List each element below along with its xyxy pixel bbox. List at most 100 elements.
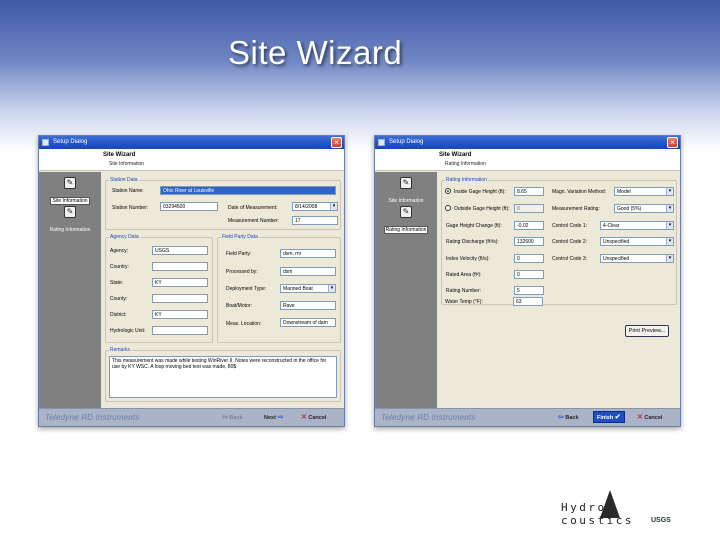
water-temp-field[interactable]: 63 <box>513 297 543 306</box>
chevron-down-icon[interactable]: ▾ <box>330 203 337 210</box>
wizard-title: Site Wizard <box>439 152 472 158</box>
field-party-field[interactable]: dsm, rnr <box>280 249 336 258</box>
control-code-1-select[interactable]: 4-Clear ▾ <box>600 221 674 230</box>
outside-gage-label: Outside Gage Height (ft): <box>454 206 510 212</box>
control-code-3-label: Control Code 3: <box>552 256 588 262</box>
chevron-down-icon[interactable]: ▾ <box>328 285 335 292</box>
hydroacoustics-logo: Hydro coustics USGS <box>555 490 687 530</box>
district-label: District: <box>110 312 127 318</box>
date-field[interactable]: 8/14/2008 ▾ <box>292 202 338 211</box>
measurement-number-label: Measurement Number: <box>228 218 280 224</box>
sidebar-item-rating-information[interactable]: ✎ Rating Information <box>39 206 101 236</box>
group-title: Remarks <box>109 347 132 353</box>
print-preview-button[interactable]: Print Preview... <box>625 325 669 337</box>
state-field[interactable]: KY <box>152 278 208 287</box>
meas-location-label: Meas. Location: <box>226 321 262 327</box>
title-bar[interactable]: Setup Dialog × <box>375 136 680 149</box>
cancel-label: Cancel <box>308 415 327 421</box>
station-number-label: Station Number: <box>112 205 149 211</box>
measurement-rating-value: Good (5%) <box>617 206 642 212</box>
chevron-down-icon[interactable]: ▾ <box>666 238 673 245</box>
measurement-number-field[interactable]: 17 <box>292 216 338 225</box>
sidebar-item-rating-information[interactable]: ✎ Rating Information <box>375 206 437 236</box>
inside-gage-field[interactable]: 8.65 <box>514 187 544 196</box>
next-button[interactable]: Next ⇨ <box>264 413 283 421</box>
state-label: State: <box>110 280 124 286</box>
station-name-label: Station Name: <box>112 188 144 194</box>
chevron-down-icon[interactable]: ▾ <box>666 188 673 195</box>
station-number-field[interactable]: 03294500 <box>160 202 218 211</box>
agency-data-group: Agency Data Agency: USGS Country: State:… <box>105 234 213 343</box>
sidebar-item-site-information[interactable]: ✎ Site Information <box>375 177 437 207</box>
outside-gage-radio[interactable] <box>445 205 451 211</box>
agency-label: Agency: <box>110 248 129 254</box>
deployment-type-select[interactable]: Manned Boat ▾ <box>280 284 336 293</box>
sidebar-item-label: Rating Information <box>383 226 429 234</box>
app-icon <box>378 139 385 146</box>
close-icon[interactable]: × <box>667 137 678 148</box>
sidebar-item-label: Rating Information <box>49 227 91 233</box>
hydrologic-unit-field[interactable] <box>152 326 208 335</box>
magn-variation-method-value: Model <box>617 189 631 195</box>
back-arrow-icon: ⇦ <box>222 414 228 421</box>
agency-field[interactable]: USGS <box>152 246 208 255</box>
rating-number-label: Rating Number: <box>446 288 482 294</box>
finish-check-icon: ✔ <box>614 414 621 421</box>
wizard-subtitle: Rating Information <box>445 161 486 167</box>
cancel-button[interactable]: ✕ Cancel <box>301 413 326 421</box>
chevron-down-icon[interactable]: ▾ <box>666 222 673 229</box>
country-field[interactable] <box>152 262 208 271</box>
title-bar[interactable]: Setup Dialog × <box>39 136 344 149</box>
index-velocity-field[interactable]: 0 <box>514 254 544 263</box>
station-name-field[interactable]: Ohio River at Louisville <box>160 186 336 195</box>
inside-gage-label: Inside Gage Height (ft): <box>454 189 506 195</box>
boat-motor-field[interactable]: Rave <box>280 301 336 310</box>
back-button[interactable]: ⇦ Back <box>558 413 579 421</box>
station-data-group: Station Data Station Name: Ohio River at… <box>105 177 341 230</box>
deployment-type-value: Manned Boat <box>283 286 313 292</box>
slide-title: Site Wizard <box>228 34 403 71</box>
window-title: Setup Dialog <box>53 139 88 145</box>
control-code-2-value: Unspecified <box>603 239 630 245</box>
dialog-footer: Teledyne RD Instruments ⇦ Back Finish ✔ … <box>375 408 680 426</box>
rated-area-field[interactable]: 0 <box>514 270 544 279</box>
group-title: Agency Data <box>109 234 140 240</box>
measurement-rating-select[interactable]: Good (5%) ▾ <box>614 204 674 213</box>
magn-variation-method-select[interactable]: Model ▾ <box>614 187 674 196</box>
county-field[interactable] <box>152 294 208 303</box>
back-label: Back <box>565 415 579 421</box>
rating-information-panel: Rating Information Inside Gage Height (f… <box>439 173 677 406</box>
control-code-2-select[interactable]: Unspecified ▾ <box>600 237 674 246</box>
chevron-down-icon[interactable]: ▾ <box>666 205 673 212</box>
district-field[interactable]: KY <box>152 310 208 319</box>
rating-discharge-field[interactable]: 132600 <box>514 237 544 246</box>
wizard-sidebar: ✎ Site Information ✎ Rating Information <box>375 172 437 408</box>
site-information-panel: Station Data Station Name: Ohio River at… <box>103 173 341 406</box>
chevron-down-icon[interactable]: ▾ <box>666 255 673 262</box>
meas-location-field[interactable]: Downstream of dam <box>280 318 336 327</box>
gage-height-change-label: Gage Height Change (ft): <box>446 223 502 229</box>
processed-by-field[interactable]: dsm <box>280 267 336 276</box>
setup-dialog-rating-information: Setup Dialog × Site Wizard Rating Inform… <box>374 135 681 427</box>
rated-area-label: Rated Area (ft²): <box>446 272 482 278</box>
finish-button[interactable]: Finish ✔ <box>593 411 625 423</box>
outside-gage-field[interactable]: 0 <box>514 204 544 213</box>
back-button[interactable]: ⇦ Back <box>222 413 243 421</box>
sidebar-item-site-information[interactable]: ✎ Site Information <box>39 177 101 207</box>
rating-number-field[interactable]: 5 <box>514 286 544 295</box>
wizard-subtitle: Site Information <box>109 161 145 167</box>
control-code-3-select[interactable]: Unspecified ▾ <box>600 254 674 263</box>
window-title: Setup Dialog <box>389 139 424 145</box>
gage-height-change-field[interactable]: -0.02 <box>514 221 544 230</box>
index-velocity-label: Index Velocity (ft/s): <box>446 256 490 262</box>
county-label: County: <box>110 296 128 302</box>
app-icon <box>42 139 49 146</box>
inside-gage-radio[interactable] <box>445 188 451 194</box>
field-party-label: Field Party: <box>226 251 252 257</box>
cancel-button[interactable]: ✕ Cancel <box>637 413 662 421</box>
close-icon[interactable]: × <box>331 137 342 148</box>
cancel-label: Cancel <box>644 415 663 421</box>
remarks-textarea[interactable]: This measurement was made while testing … <box>109 356 337 398</box>
dialog-footer: Teledyne RD Instruments ⇦ Back Next ⇨ ✕ … <box>39 408 344 426</box>
back-arrow-icon: ⇦ <box>558 414 564 421</box>
